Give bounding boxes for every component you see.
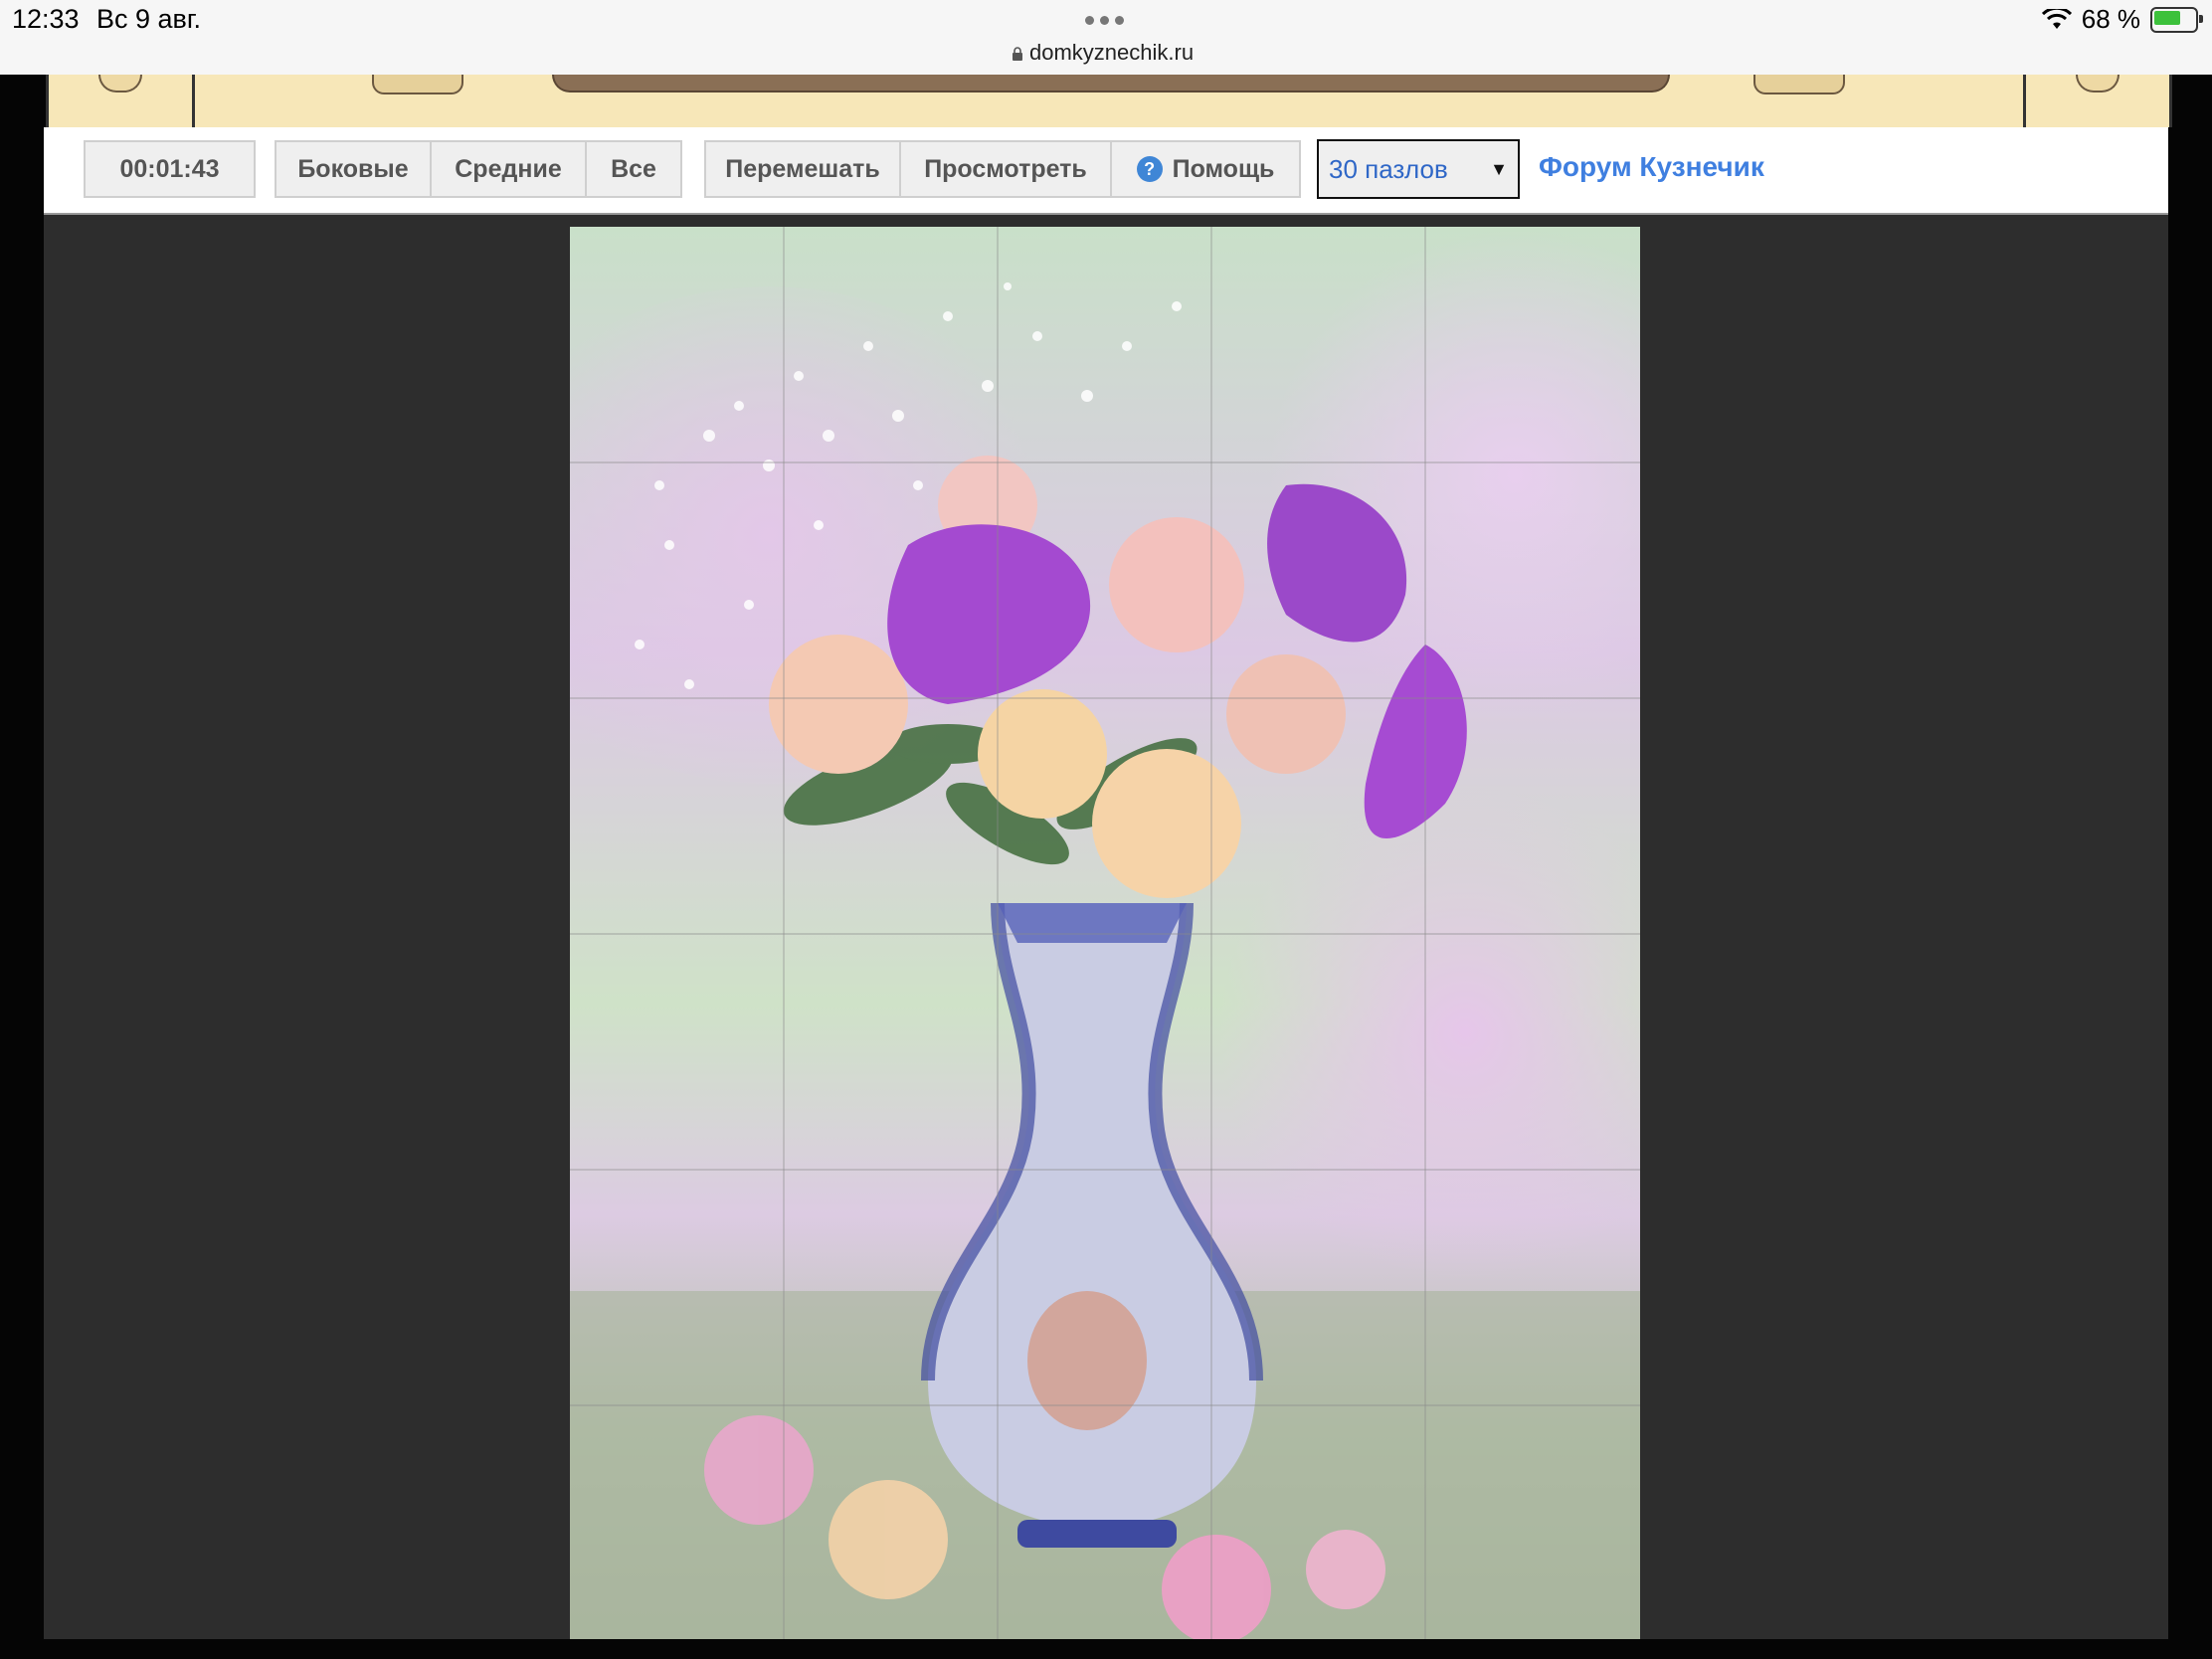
header-ornament — [2076, 75, 2120, 92]
puzzle-stage: 00:01:43 Боковые Средние Все Перемешать … — [44, 127, 2168, 1639]
url-text: domkyznechik.ru — [1029, 40, 1195, 65]
help-label: Помощь — [1172, 154, 1275, 183]
filter-middle-button[interactable]: Средние — [432, 142, 587, 196]
header-divider — [2023, 75, 2026, 127]
more-dots-icon[interactable] — [1082, 12, 1130, 26]
piece-filter-group: Боковые Средние Все — [275, 140, 682, 198]
timer-display: 00:01:43 — [84, 140, 256, 198]
action-group: Перемешать Просмотреть ? Помощь — [704, 140, 1301, 198]
status-indicators: 68 % — [2041, 4, 2203, 35]
preview-button[interactable]: Просмотреть — [901, 142, 1112, 196]
status-time: 12:33 — [12, 4, 80, 34]
header-tab-ornament — [1753, 75, 1845, 94]
forum-link[interactable]: Форум Кузнечик — [1539, 151, 1764, 183]
help-icon: ? — [1136, 156, 1163, 182]
filter-all-button[interactable]: Все — [587, 142, 680, 196]
header-ornament — [98, 75, 142, 92]
header-banner — [552, 75, 1670, 92]
puzzle-piece-grid — [570, 227, 1640, 1639]
address-bar[interactable]: domkyznechik.ru — [1012, 40, 1194, 66]
puzzle-toolbar: 00:01:43 Боковые Средние Все Перемешать … — [44, 127, 2168, 215]
shuffle-button[interactable]: Перемешать — [706, 142, 901, 196]
wifi-icon — [2041, 8, 2072, 29]
piece-count-value: 30 пазлов — [1329, 153, 1448, 184]
help-button[interactable]: ? Помощь — [1112, 142, 1299, 196]
dropdown-arrow-icon: ▼ — [1490, 159, 1508, 179]
status-date: Вс 9 авг. — [96, 4, 201, 34]
site-header-strip — [46, 75, 2172, 127]
filter-edges-button[interactable]: Боковые — [276, 142, 432, 196]
piece-count-select[interactable]: 30 пазлов ▼ — [1317, 139, 1520, 199]
battery-icon — [2150, 6, 2203, 33]
lock-icon — [1013, 47, 1022, 61]
header-divider — [192, 75, 195, 127]
battery-percent: 68 % — [2081, 4, 2140, 34]
puzzle-board[interactable] — [570, 227, 1640, 1639]
header-tab-ornament — [372, 75, 463, 94]
status-bar: 12:33 Вс 9 авг. domkyznechik.ru 68 % — [0, 0, 2212, 75]
